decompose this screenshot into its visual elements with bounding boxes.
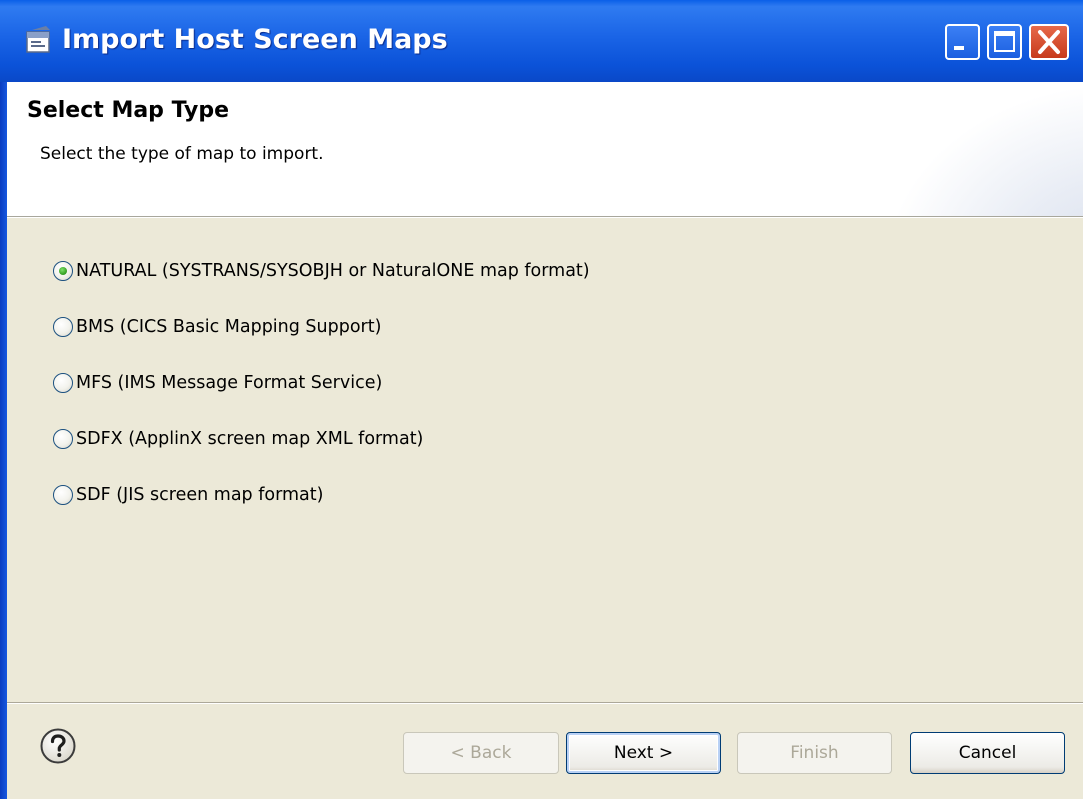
radio-option-bms[interactable]: BMS (CICS Basic Mapping Support) (53, 312, 381, 342)
next-button[interactable]: Next > (566, 732, 721, 774)
finish-button[interactable]: Finish (737, 732, 892, 774)
wizard-window-icon (24, 26, 54, 56)
radio-label: SDFX (ApplinX screen map XML format) (76, 429, 424, 449)
maximize-icon (994, 31, 1015, 52)
header-decoration (883, 82, 1083, 216)
radio-option-sdfx[interactable]: SDFX (ApplinX screen map XML format) (53, 424, 423, 454)
window-frame-left (0, 82, 7, 799)
cancel-button[interactable]: Cancel (910, 732, 1065, 774)
radio-label: MFS (IMS Message Format Service) (76, 373, 383, 393)
window-title: Import Host Screen Maps (62, 24, 448, 55)
minimize-button[interactable] (945, 24, 980, 60)
radio-label: NATURAL (SYSTRANS/SYSOBJH or NaturalONE … (76, 261, 590, 281)
radio-option-natural[interactable]: NATURAL (SYSTRANS/SYSOBJH or NaturalONE … (53, 256, 590, 286)
close-icon (1038, 30, 1060, 54)
title-bar[interactable]: Import Host Screen Maps (0, 0, 1083, 82)
radio-button[interactable] (53, 317, 73, 337)
radio-label: BMS (CICS Basic Mapping Support) (76, 317, 382, 337)
radio-option-sdf[interactable]: SDF (JIS screen map format) (53, 480, 323, 510)
footer-divider-highlight (7, 703, 1083, 704)
radio-button[interactable] (53, 373, 73, 393)
page-title: Select Map Type (27, 98, 229, 123)
radio-button[interactable] (53, 429, 73, 449)
page-description: Select the type of map to import. (40, 144, 324, 164)
help-icon[interactable] (39, 727, 77, 765)
minimize-icon (954, 46, 964, 50)
radio-button[interactable] (53, 261, 73, 281)
import-wizard-window: Import Host Screen Maps Select Map Type … (0, 0, 1083, 799)
back-button[interactable]: < Back (403, 732, 559, 774)
wizard-header: Select Map Type Select the type of map t… (7, 82, 1083, 216)
radio-button[interactable] (53, 485, 73, 505)
radio-label: SDF (JIS screen map format) (76, 485, 324, 505)
maximize-button[interactable] (987, 24, 1022, 60)
radio-option-mfs[interactable]: MFS (IMS Message Format Service) (53, 368, 382, 398)
close-button[interactable] (1029, 24, 1069, 60)
wizard-body: NATURAL (SYSTRANS/SYSOBJH or NaturalONE … (7, 218, 1083, 799)
